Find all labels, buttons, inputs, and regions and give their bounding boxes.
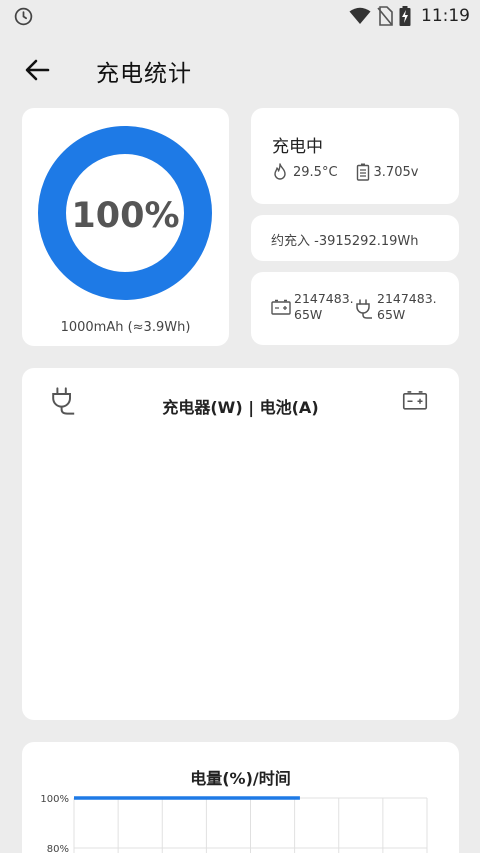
charger-power: 2147483.65W [354, 291, 439, 323]
page-title: 充电统计 [96, 61, 192, 87]
battery-power: 2147483.65W [271, 291, 356, 323]
status-bar: 11:19 [0, 0, 480, 32]
chart-title: 电量(%)/时间 [190, 769, 291, 788]
battery-temperature: 29.5°C [293, 164, 338, 180]
battery-icon [356, 163, 369, 181]
energy-charged-card: 约充入 -3915292.19Wh [251, 215, 459, 261]
battery-level-card: 100% 1000mAh (≈3.9Wh) [22, 108, 229, 346]
battery-power-value: 2147483.65W [294, 291, 354, 322]
back-arrow-icon[interactable] [22, 56, 52, 84]
clock-time: 11:19 [421, 6, 470, 26]
no-sim-icon [377, 6, 393, 26]
flame-icon [274, 163, 286, 180]
power-graph-card: 充电器(W) | 电池(A) [22, 368, 459, 720]
battery-level-chart: 100% 80% [40, 794, 428, 853]
power-card: 2147483.65W 2147483.65W [251, 272, 459, 345]
battery-meta: 29.5°C 3.705v [271, 163, 418, 181]
battery-level-chart-card: 电量(%)/时间 100% 80% [22, 742, 459, 853]
y-tick-label: 100% [40, 794, 69, 805]
app-bar: 充电统计 [0, 40, 480, 100]
status-icons: 11:19 [349, 4, 470, 28]
charging-status-card: 充电中 29.5°C 3.705v [251, 108, 459, 204]
charger-power-value: 2147483.65W [377, 291, 437, 322]
wifi-icon [349, 7, 371, 24]
battery-plus-icon [402, 391, 428, 410]
battery-percent: 100% [71, 196, 180, 236]
clock-icon [14, 7, 33, 26]
y-tick-label: 80% [47, 844, 69, 853]
charging-status: 充电中 [272, 137, 323, 157]
energy-charged: 约充入 -3915292.19Wh [271, 234, 419, 249]
battery-charging-icon [399, 6, 411, 26]
battery-capacity: 1000mAh (≈3.9Wh) [60, 320, 191, 335]
plug-icon [356, 299, 372, 319]
battery-voltage: 3.705v [373, 164, 419, 180]
battery-plus-icon [271, 299, 291, 315]
power-graph-title: 充电器(W) | 电池(A) [162, 398, 319, 417]
